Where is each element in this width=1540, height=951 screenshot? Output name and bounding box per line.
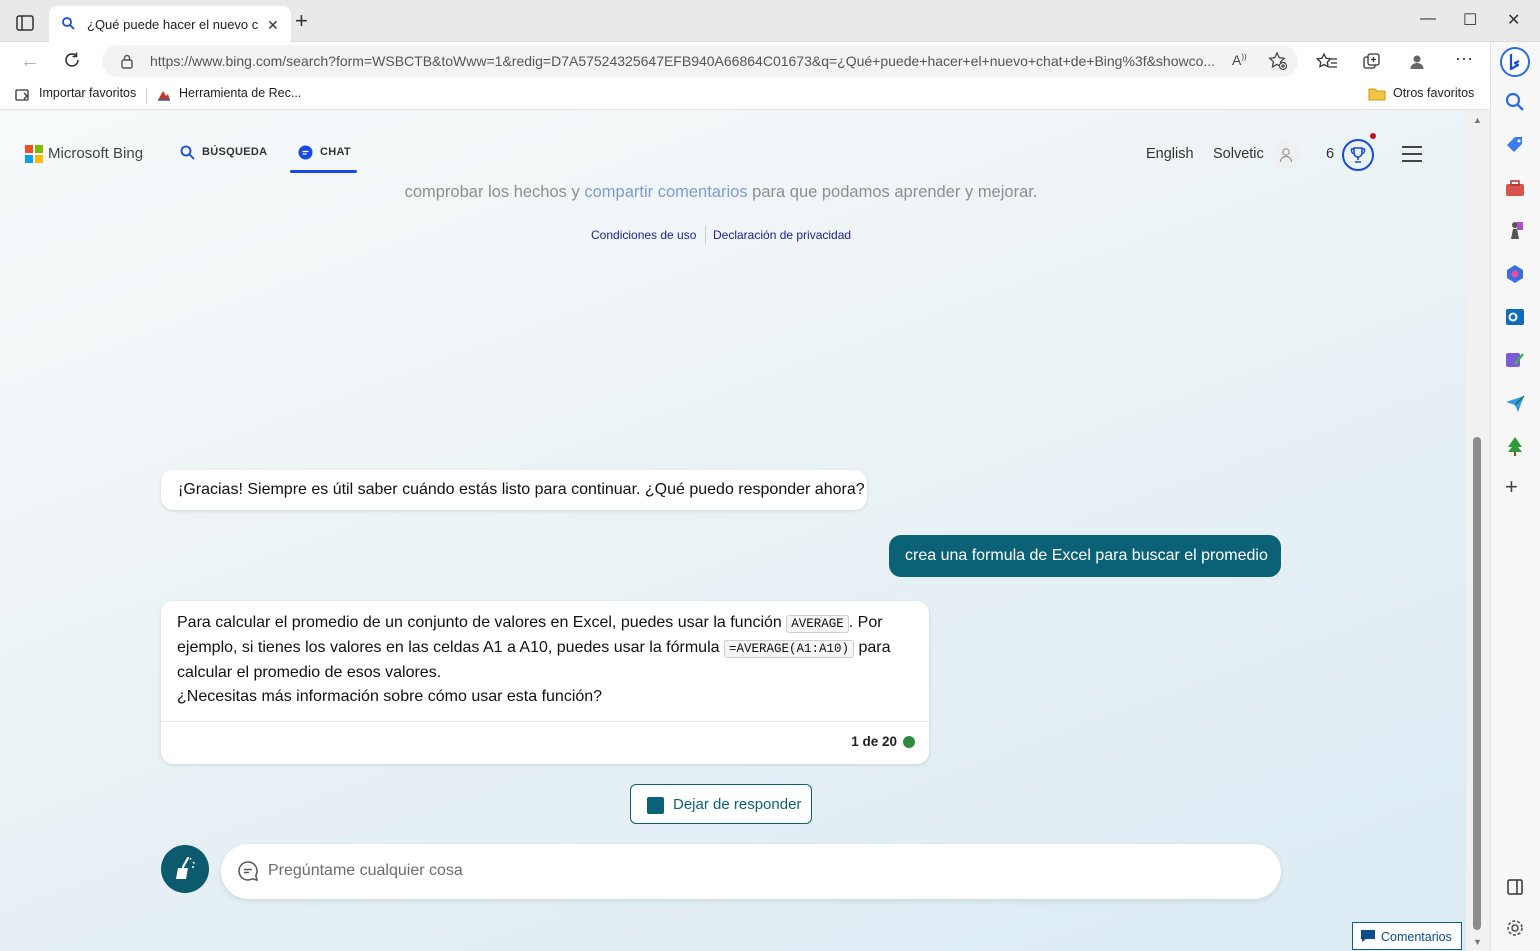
nav-search-tab[interactable]: BÚSQUEDA (202, 146, 267, 158)
scroll-thumb[interactable] (1473, 437, 1481, 930)
maximize-icon[interactable]: ☐ (1463, 10, 1477, 30)
microsoft-365-icon[interactable] (1503, 262, 1527, 286)
rewards-count[interactable]: 6 (1326, 146, 1334, 162)
collections-icon[interactable] (1362, 52, 1382, 72)
user-message: crea una formula de Excel para buscar el… (889, 535, 1281, 577)
bing-search-favicon-icon (62, 17, 75, 30)
browser-tab[interactable]: ¿Qué puede hacer el nuevo chat de Bing? … (49, 6, 291, 42)
search-icon[interactable] (1503, 90, 1527, 114)
hide-sidebar-icon[interactable] (1503, 875, 1527, 899)
status-indicator (903, 736, 915, 748)
tree-icon[interactable] (1503, 434, 1527, 458)
url-text: https://www.bing.com/search?form=WSBCTB&… (150, 53, 1216, 69)
user-avatar-icon (1279, 148, 1293, 163)
favorite-import[interactable]: Importar favoritos (39, 86, 136, 100)
active-tab-indicator (290, 170, 357, 173)
close-tab-icon[interactable]: ✕ (267, 17, 279, 34)
brand-name[interactable]: Microsoft Bing (48, 145, 143, 162)
chat-nav-icon (298, 145, 313, 160)
chat-input[interactable] (268, 857, 1248, 885)
user-name[interactable]: Solvetic (1213, 146, 1264, 162)
close-window-icon[interactable]: ✕ (1507, 10, 1520, 30)
stop-responding-button[interactable]: Dejar de responder (630, 784, 812, 824)
add-favorite-icon[interactable] (1268, 51, 1288, 71)
privacy-link[interactable]: Declaración de privacidad (713, 228, 851, 242)
send-icon[interactable] (1503, 391, 1527, 415)
read-aloud-icon[interactable]: A)) (1232, 52, 1247, 68)
outlook-icon[interactable] (1503, 305, 1527, 329)
response-text-1: Para calcular el promedio de un conjunto… (177, 614, 787, 631)
tab-title: ¿Qué puede hacer el nuevo chat de Bing? (87, 17, 259, 32)
bot-message: ¡Gracias! Siempre es útil saber cuándo e… (161, 470, 867, 510)
add-sidebar-app-icon[interactable]: + (1505, 474, 1529, 499)
reload-icon[interactable] (62, 50, 82, 70)
tab-bar: ¿Qué puede hacer el nuevo chat de Bing? … (0, 0, 1540, 42)
favorites-bar: Importar favoritos Herramienta de Rec...… (0, 80, 1490, 110)
microsoft-logo-icon[interactable] (25, 145, 43, 163)
followup-question: ¿Necesitas más información sobre cómo us… (177, 688, 603, 705)
tab-actions-icon[interactable] (12, 12, 38, 34)
disclaimer-suffix: para que podamos aprender y mejorar. (747, 183, 1038, 201)
nav-chat-tab[interactable]: CHAT (320, 146, 351, 158)
chat-input-box[interactable] (221, 844, 1281, 899)
new-topic-button[interactable] (161, 845, 209, 893)
games-icon[interactable] (1503, 219, 1527, 243)
new-tab-icon[interactable]: + (295, 10, 308, 32)
disclaimer-prefix: comprobar los hechos y (404, 183, 585, 201)
language-toggle[interactable]: English (1146, 146, 1194, 162)
bing-chat-icon[interactable] (1499, 46, 1531, 78)
rewards-trophy-button[interactable] (1342, 139, 1374, 171)
bing-chat-page: comprobar los hechos y compartir comenta… (0, 111, 1466, 951)
disclaimer-text: comprobar los hechos y compartir comenta… (0, 183, 1442, 202)
scroll-down-icon[interactable]: ▼ (1473, 937, 1482, 947)
url-field[interactable]: https://www.bing.com/search?form=WSBCTB&… (102, 45, 1298, 77)
legal-separator (705, 226, 706, 244)
turn-counter: 1 de 20 (851, 734, 897, 749)
shopping-tag-icon[interactable] (1503, 133, 1527, 157)
response-divider (161, 721, 929, 722)
tools-icon[interactable] (1503, 176, 1527, 200)
stop-button-label: Dejar de responder (673, 796, 802, 813)
bot-message-text: ¡Gracias! Siempre es útil saber cuándo e… (178, 481, 865, 498)
terms-link[interactable]: Condiciones de uso (591, 228, 696, 242)
bing-header: Microsoft Bing BÚSQUEDA CHAT English Sol… (0, 111, 1466, 181)
address-bar: ← https://www.bing.com/search?form=WSBCT… (0, 42, 1490, 80)
notification-dot (1370, 133, 1376, 139)
favorites-separator (146, 88, 147, 104)
feedback-button[interactable]: Comentarios (1352, 922, 1462, 950)
bot-response-body: Para calcular el promedio de un conjunto… (177, 611, 913, 684)
stop-icon (647, 797, 664, 814)
bot-response: Para calcular el promedio de un conjunto… (161, 601, 929, 764)
chat-bubble-icon (238, 861, 259, 882)
share-feedback-link[interactable]: compartir comentarios (584, 183, 747, 201)
favorite-tool[interactable]: Herramienta de Rec... (179, 86, 301, 100)
minimize-icon[interactable]: — (1420, 10, 1436, 28)
code-average: AVERAGE (786, 615, 849, 633)
broom-icon (176, 856, 195, 879)
user-message-text: crea una formula de Excel para buscar el… (905, 547, 1268, 564)
feedback-label: Comentarios (1381, 930, 1452, 944)
edge-sidebar: + (1490, 42, 1540, 951)
page-scrollbar[interactable]: ▲ ▼ (1466, 111, 1490, 951)
feedback-icon (1361, 930, 1375, 942)
hamburger-menu-icon[interactable] (1402, 146, 1422, 167)
import-favorites-icon (15, 89, 29, 101)
folder-icon (1368, 88, 1386, 101)
code-formula: =AVERAGE(A1:A10) (723, 640, 855, 658)
trophy-icon (1350, 147, 1366, 163)
scroll-up-icon[interactable]: ▲ (1473, 115, 1482, 125)
settings-gear-icon[interactable] (1503, 916, 1527, 940)
other-favorites[interactable]: Otros favoritos (1393, 86, 1474, 100)
search-nav-icon (180, 145, 195, 160)
lock-icon[interactable] (120, 53, 134, 69)
profile-icon[interactable] (1407, 52, 1427, 72)
favorites-icon[interactable] (1316, 52, 1338, 72)
back-icon[interactable]: ← (20, 50, 40, 73)
tool-favicon-icon (158, 91, 170, 101)
more-options-icon[interactable]: ··· (1455, 48, 1473, 69)
drop-icon[interactable] (1503, 348, 1527, 372)
avatar[interactable] (1272, 141, 1300, 169)
